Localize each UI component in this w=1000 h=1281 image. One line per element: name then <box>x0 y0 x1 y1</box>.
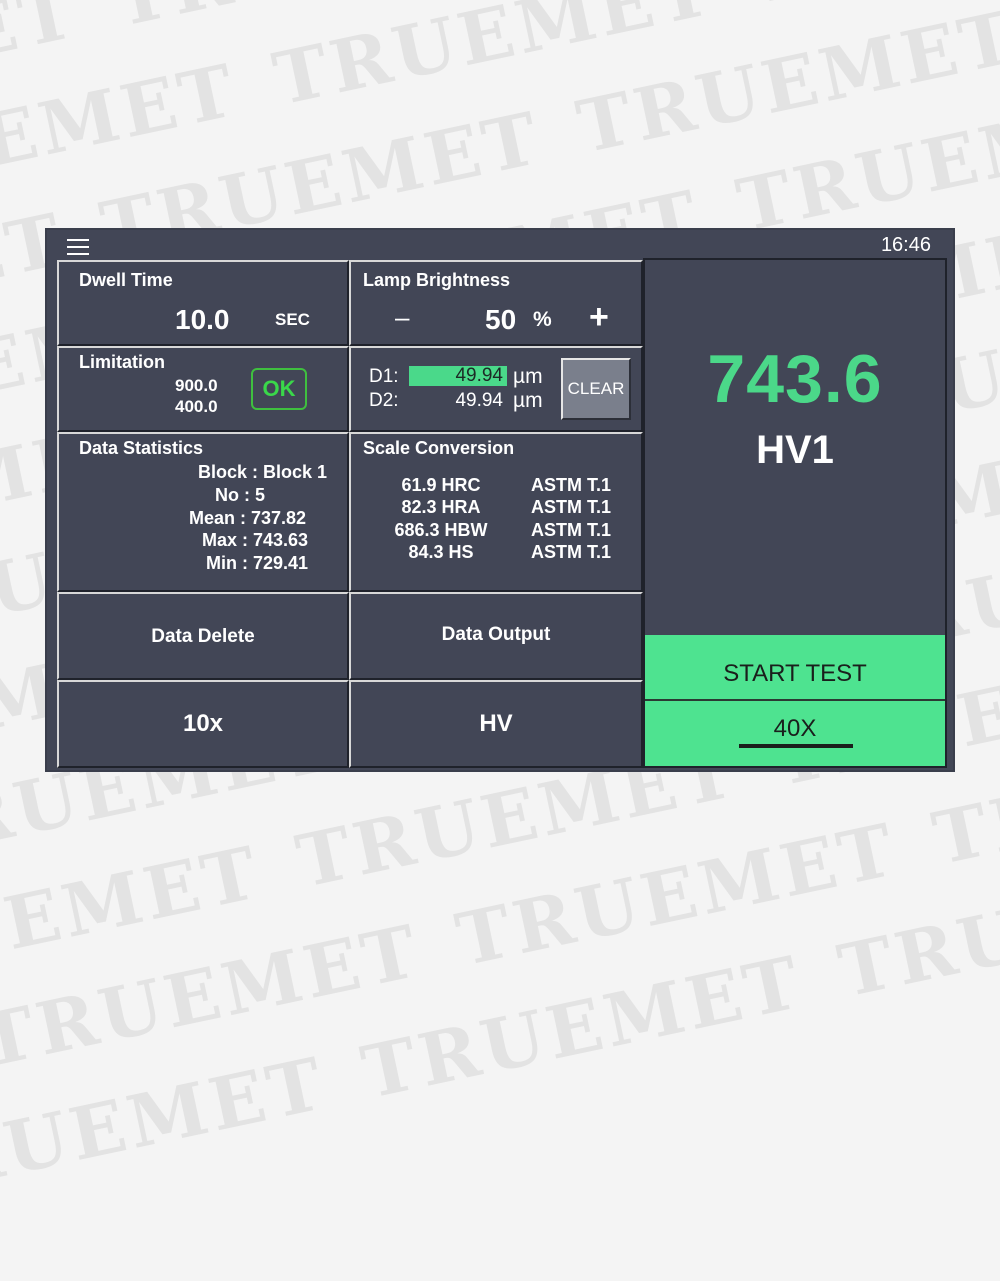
d2-unit: µm <box>513 389 543 412</box>
stat-count: No : 5 <box>215 485 266 505</box>
brightness-decrease-button[interactable]: – <box>395 302 409 333</box>
dwell-time-title: Dwell Time <box>79 270 173 290</box>
data-delete-label: Data Delete <box>151 626 255 647</box>
limit-lower: 400.0 <box>175 397 218 416</box>
clock: 16:46 <box>880 234 931 256</box>
brightness-value: 50 <box>485 304 517 335</box>
stat-min: Min : 729.41 <box>206 553 309 573</box>
ok-button[interactable]: OK <box>251 368 307 410</box>
hardness-scale-button[interactable]: HV <box>349 680 643 768</box>
brightness-increase-button[interactable]: + <box>589 298 609 337</box>
d2-label: D2: <box>369 390 399 411</box>
hardness-result-value: 743.6 <box>707 341 883 417</box>
d1-label: D1: <box>369 366 399 387</box>
scale-conversion-panel: Scale Conversion 61.9 HRC ASTM T.1 82.3 … <box>349 432 643 592</box>
lamp-brightness-panel: Lamp Brightness – 50 % + <box>349 260 643 346</box>
objective-lens-button[interactable]: 10x <box>57 680 349 768</box>
data-statistics-panel: Data Statistics Block : Block 1 No : 5 M… <box>57 432 349 592</box>
magnification-underline <box>739 744 853 748</box>
start-test-label: START TEST <box>723 660 867 687</box>
start-test-button[interactable]: START TEST <box>645 635 945 701</box>
d1-value-field[interactable]: 49.94 <box>409 366 507 386</box>
dwell-time-panel[interactable]: Dwell Time 10.0 SEC <box>57 260 349 346</box>
hardness-result-unit: HV1 <box>756 428 834 472</box>
conversion-value: 61.9 HRC <box>401 475 481 495</box>
data-delete-button[interactable]: Data Delete <box>57 592 349 680</box>
stat-mean: Mean : 737.82 <box>189 508 307 528</box>
data-output-label: Data Output <box>441 624 551 645</box>
diagonal-measurement-panel: D1: 49.94 µm D2: 49.94 µm CLEAR <box>349 346 643 432</box>
conversion-standard: ASTM T.1 <box>531 497 612 517</box>
conversion-standard: ASTM T.1 <box>531 475 612 495</box>
hardness-tester-screen: 16:46 Dwell Time 10.0 SEC Lamp Brightnes… <box>45 228 955 772</box>
magnification-label: 40X <box>773 715 817 742</box>
data-output-button[interactable]: Data Output <box>349 592 643 680</box>
scale-conversion-title: Scale Conversion <box>363 438 515 458</box>
dwell-time-value: 10.0 <box>175 304 230 335</box>
top-bar: 16:46 <box>47 230 953 260</box>
hamburger-menu-icon[interactable] <box>67 239 89 255</box>
result-panel: 743.6 HV1 START TEST 40X <box>643 258 947 768</box>
data-statistics-title: Data Statistics <box>79 438 204 458</box>
limitation-title: Limitation <box>79 352 165 372</box>
hardness-scale-label: HV <box>479 710 513 737</box>
conversion-value: 84.3 HS <box>408 542 474 562</box>
conversion-value: 686.3 HBW <box>394 520 488 540</box>
clear-button[interactable]: CLEAR <box>561 358 631 420</box>
magnification-button[interactable]: 40X <box>645 701 945 766</box>
stat-max: Max : 743.63 <box>202 530 309 550</box>
limit-upper: 900.0 <box>175 376 218 395</box>
conversion-standard: ASTM T.1 <box>531 542 612 562</box>
d2-value: 49.94 <box>455 390 503 411</box>
dwell-time-unit: SEC <box>275 310 310 329</box>
brightness-unit: % <box>533 308 552 331</box>
stat-block: Block : Block 1 <box>197 462 327 482</box>
objective-lens-label: 10x <box>182 710 224 737</box>
limitation-panel[interactable]: Limitation 900.0 400.0 OK <box>57 346 349 432</box>
conversion-standard: ASTM T.1 <box>531 520 612 540</box>
d1-unit: µm <box>513 365 543 388</box>
lamp-brightness-title: Lamp Brightness <box>363 270 511 290</box>
conversion-value: 82.3 HRA <box>401 497 481 517</box>
